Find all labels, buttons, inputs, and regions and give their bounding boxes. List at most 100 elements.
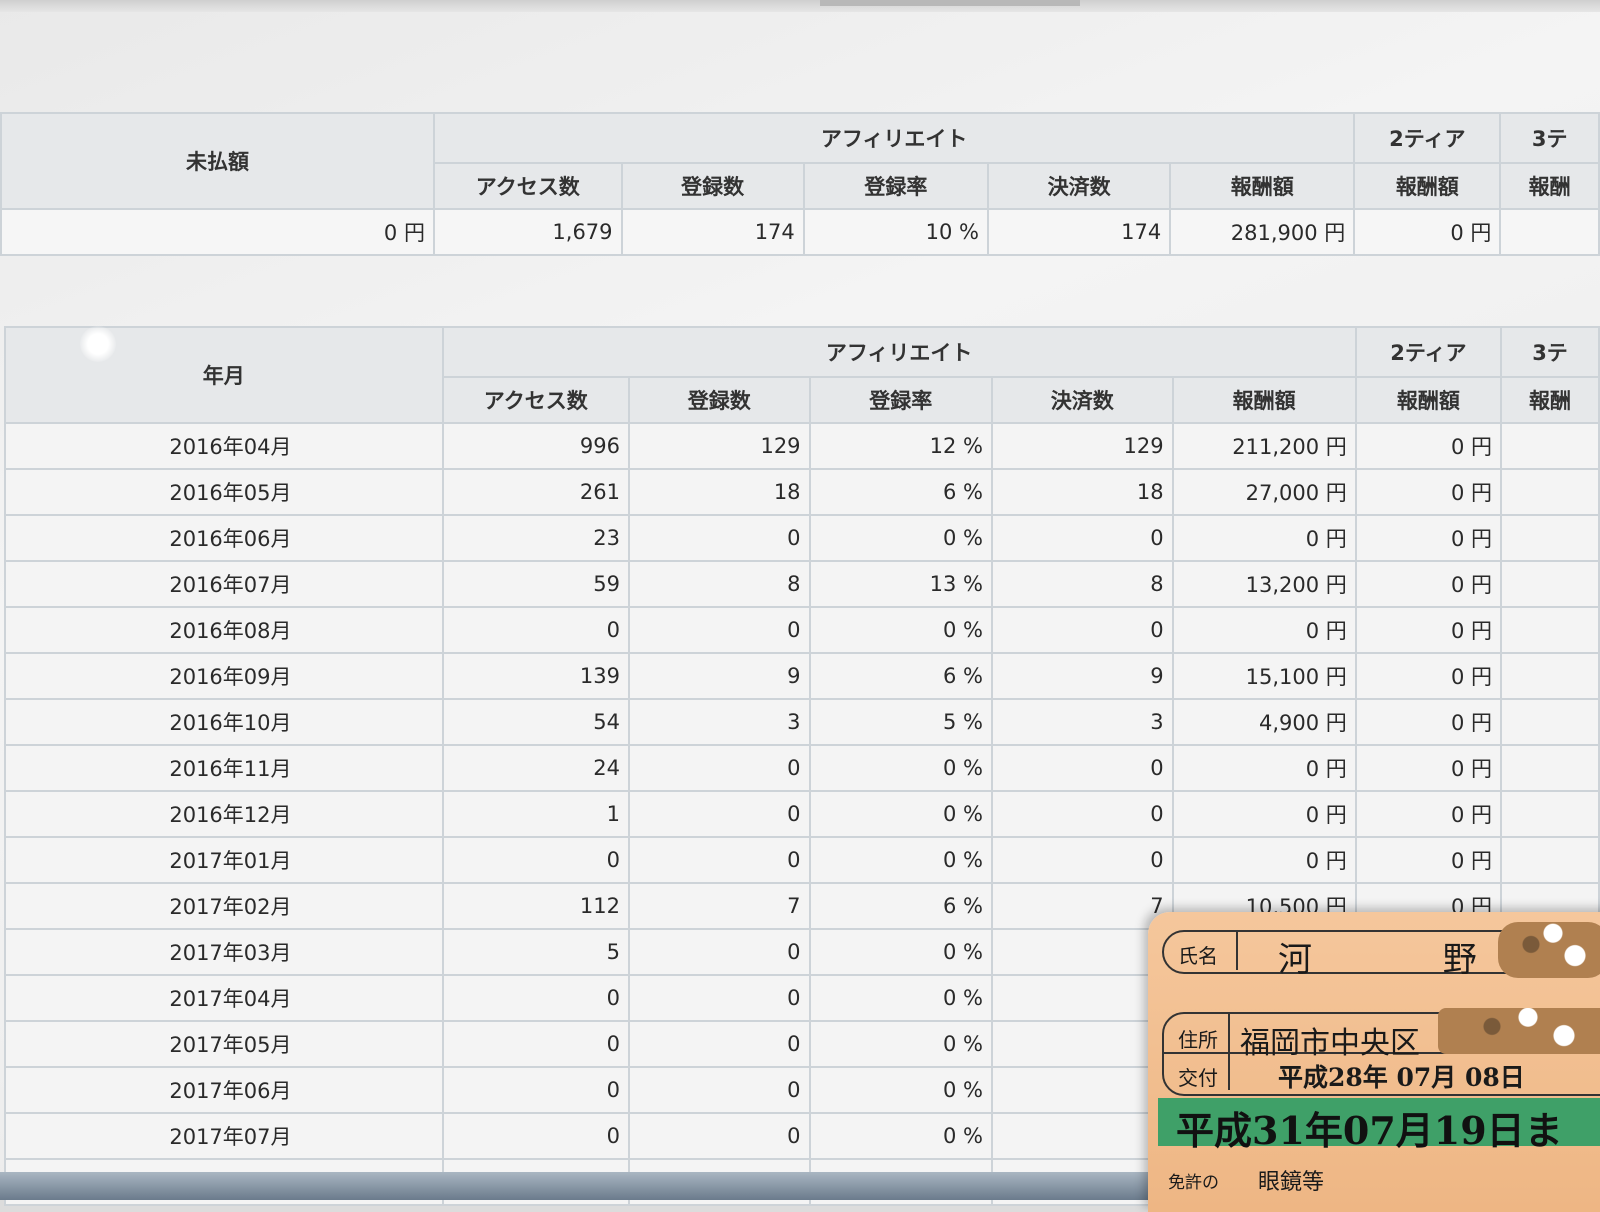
name-redaction xyxy=(1498,922,1600,978)
cell-registrations: 3 xyxy=(627,698,811,746)
cell-month: 2016年04月 xyxy=(4,422,444,470)
cell-reward: 4,900 円 xyxy=(1171,698,1357,746)
cell-access: 0 xyxy=(441,1020,630,1068)
cell-registration-rate: 6 % xyxy=(808,882,994,930)
cell-month: 2016年09月 xyxy=(4,652,444,700)
cell-month: 2017年06月 xyxy=(4,1066,444,1114)
cell-2tier-reward: 0 円 xyxy=(1354,652,1503,700)
cell-registrations: 0 xyxy=(627,974,811,1022)
summary-settlements: 174 xyxy=(986,208,1172,256)
summary-col-2tier-reward: 報酬額 xyxy=(1353,162,1502,210)
cell-settlements: 7 xyxy=(991,882,1174,930)
cell-reward: 0 円 xyxy=(1171,836,1357,884)
issue-label: 交付 xyxy=(1178,1066,1218,1090)
cell-month: 2017年07月 xyxy=(4,1112,444,1160)
cell-month: 2017年03月 xyxy=(4,928,444,976)
monthly-col-group-affiliate: アフィリエイト xyxy=(441,326,1357,378)
license-card: 氏名 河 野 住所 福岡市中央区 交付 平成28年 07月 08日 平成31年0… xyxy=(1148,912,1600,1212)
monthly-col-group-3tier: 3テ xyxy=(1500,326,1600,378)
expiry-band: 平成31年07月19日ま xyxy=(1158,1098,1600,1153)
table-row: 2017年01月 0 0 0 % 0 0 円0 円 xyxy=(4,836,1600,884)
table-row: 2016年06月 23 0 0 % 0 0 円0 円 xyxy=(4,514,1600,562)
cell-access: 996 xyxy=(441,422,630,470)
cell-3tier-reward xyxy=(1500,744,1600,792)
screen-glare xyxy=(80,326,116,362)
cell-registration-rate: 0 % xyxy=(808,790,994,838)
monthly-col-month: 年月 xyxy=(4,326,444,424)
table-row: 2016年05月 261 18 6 % 18 27,000 円0 円 xyxy=(4,468,1600,516)
summary-table: 未払額 アフィリエイト 2ティア 3テ アクセス数 登録数 登録率 決済数 報酬… xyxy=(0,112,1600,256)
table-row: 2016年08月 0 0 0 % 0 0 円0 円 xyxy=(4,606,1600,654)
table-row: 2016年10月 54 3 5 % 3 4,900 円0 円 xyxy=(4,698,1600,746)
cell-registration-rate: 12 % xyxy=(808,422,994,470)
cell-registration-rate: 0 % xyxy=(808,928,994,976)
summary-col-unpaid: 未払額 xyxy=(0,112,435,210)
cell-registrations: 0 xyxy=(627,928,811,976)
name-label: 氏名 xyxy=(1178,944,1218,968)
summary-col-access: アクセス数 xyxy=(432,162,623,210)
table-row: 2016年09月 139 9 6 % 9 15,100 円0 円 xyxy=(4,652,1600,700)
cell-registrations: 129 xyxy=(627,422,811,470)
condition-label: 免許の xyxy=(1168,1173,1219,1193)
table-row: 2016年07月 59 8 13 % 8 13,200 円0 円 xyxy=(4,560,1600,608)
cell-registrations: 0 xyxy=(627,744,811,792)
cell-settlements xyxy=(991,974,1174,1022)
cell-month: 2017年08月 xyxy=(4,1158,444,1206)
cell-3tier-reward xyxy=(1500,422,1600,470)
cell-reward: 0 円 xyxy=(1171,606,1357,654)
monthly-col-settlements: 決済数 xyxy=(991,376,1174,424)
cell-registrations: 0 xyxy=(627,836,811,884)
cell-access: 0 xyxy=(441,974,630,1022)
summary-col-registrations: 登録数 xyxy=(620,162,805,210)
cell-access: 5 xyxy=(441,928,630,976)
summary-col-group-affiliate: アフィリエイト xyxy=(432,112,1356,164)
cell-month: 2017年04月 xyxy=(4,974,444,1022)
cell-registrations: 0 xyxy=(627,514,811,562)
cell-registration-rate: 0 % xyxy=(808,606,994,654)
cell-3tier-reward xyxy=(1500,652,1600,700)
table-row: 2016年12月 1 0 0 % 0 0 円0 円 xyxy=(4,790,1600,838)
cell-registrations: 0 xyxy=(627,1112,811,1160)
cell-3tier-reward xyxy=(1500,560,1600,608)
monthly-col-2tier-reward: 報酬額 xyxy=(1354,376,1503,424)
summary-access: 1,679 xyxy=(432,208,623,256)
cell-settlements: 129 xyxy=(991,422,1174,470)
monthly-col-registration-rate: 登録率 xyxy=(808,376,994,424)
cell-access: 112 xyxy=(441,882,630,930)
table-row: 2016年11月 24 0 0 % 0 0 円0 円 xyxy=(4,744,1600,792)
cell-registrations: 0 xyxy=(627,1066,811,1114)
summary-col-group-2tier: 2ティア xyxy=(1353,112,1502,164)
cell-settlements: 0 xyxy=(991,744,1174,792)
expiry-value: 平成31年07月19日ま xyxy=(1176,1108,1563,1153)
cell-reward: 211,200 円 xyxy=(1171,422,1357,470)
cell-registrations: 0 xyxy=(627,790,811,838)
cell-settlements xyxy=(991,1158,1174,1206)
address-label: 住所 xyxy=(1178,1028,1218,1052)
screen-top-bezel xyxy=(820,0,1080,6)
cell-settlements: 0 xyxy=(991,514,1174,562)
cell-month: 2017年02月 xyxy=(4,882,444,930)
cell-settlements xyxy=(991,928,1174,976)
cell-access: 1 xyxy=(441,790,630,838)
summary-row: 0 円 1,679 174 10 % 174 281,900 円 0 円 xyxy=(0,208,1600,256)
summary-registrations: 174 xyxy=(620,208,805,256)
cell-settlements: 0 xyxy=(991,606,1174,654)
cell-reward: 27,000 円 xyxy=(1171,468,1357,516)
cell-month: 2016年05月 xyxy=(4,468,444,516)
cell-access: 0 xyxy=(441,1066,630,1114)
cell-settlements: 0 xyxy=(991,836,1174,884)
monthly-col-3tier-reward: 報酬 xyxy=(1500,376,1600,424)
cell-registration-rate: 0 % xyxy=(808,974,994,1022)
cell-access: 0 xyxy=(441,606,630,654)
condition-value: 眼鏡等 xyxy=(1258,1170,1325,1195)
monthly-col-access: アクセス数 xyxy=(441,376,630,424)
screen-top-strip xyxy=(0,0,1600,12)
summary-col-reward: 報酬額 xyxy=(1169,162,1356,210)
cell-2tier-reward: 0 円 xyxy=(1354,422,1503,470)
cell-registrations: 8 xyxy=(627,560,811,608)
cell-month: 2016年11月 xyxy=(4,744,444,792)
cell-2tier-reward: 0 円 xyxy=(1354,836,1503,884)
cell-registration-rate: 6 % xyxy=(808,652,994,700)
summary-unpaid: 0 円 xyxy=(0,208,435,256)
cell-2tier-reward: 0 円 xyxy=(1354,468,1503,516)
